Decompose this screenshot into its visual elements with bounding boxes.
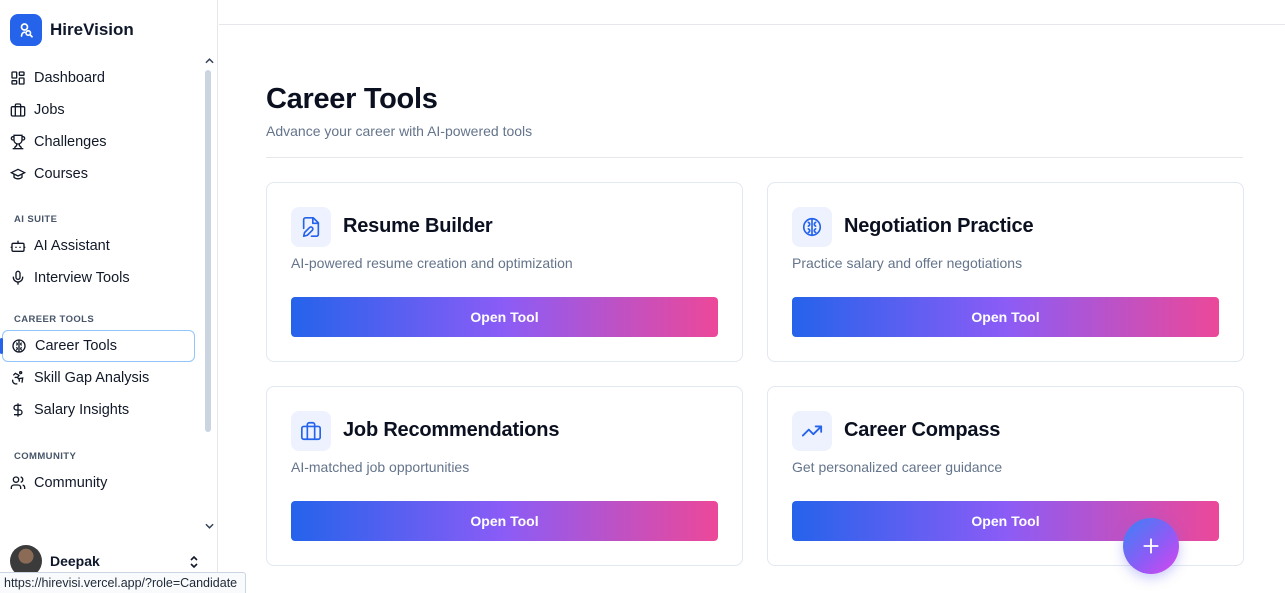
tool-card-negotiation-practice: Negotiation Practice Practice salary and… (767, 182, 1244, 362)
sidebar-item-skill-gap-analysis[interactable]: Skill Gap Analysis (0, 362, 205, 394)
card-title: Career Compass (844, 419, 1001, 441)
sidebar-item-label: Career Tools (35, 338, 117, 354)
file-edit-icon (291, 207, 331, 247)
sidebar-nav: Dashboard Jobs Challenges Courses AI SUI… (0, 62, 205, 499)
sidebar-item-dashboard[interactable]: Dashboard (0, 62, 205, 94)
brain-icon (12, 339, 26, 353)
dashboard-icon (11, 71, 25, 85)
sidebar-item-label: Salary Insights (34, 402, 130, 418)
sidebar-item-interview-tools[interactable]: Interview Tools (0, 262, 205, 294)
section-label-career-tools: CAREER TOOLS (14, 313, 95, 325)
sidebar-item-label: Jobs (34, 102, 65, 118)
floating-add-button[interactable] (1123, 518, 1179, 574)
sidebar-item-label: Dashboard (34, 70, 105, 86)
bot-icon (10, 240, 26, 252)
trophy-icon (10, 134, 26, 150)
brand[interactable]: HireVision (10, 14, 134, 46)
sidebar-item-challenges[interactable]: Challenges (0, 126, 205, 158)
card-title: Resume Builder (343, 215, 493, 237)
tool-card-resume-builder: Resume Builder AI-powered resume creatio… (266, 182, 743, 362)
user-search-icon (10, 14, 42, 46)
sidebar-item-label: Community (34, 475, 108, 491)
accessibility-icon (12, 371, 24, 385)
sidebar-item-label: Challenges (34, 134, 107, 150)
sidebar-item-label: AI Assistant (34, 238, 110, 254)
graduation-cap-icon (10, 168, 26, 180)
briefcase-icon (291, 411, 331, 451)
open-tool-button[interactable]: Open Tool (291, 297, 718, 337)
sidebar-item-jobs[interactable]: Jobs (0, 94, 205, 126)
card-description: Get personalized career guidance (792, 459, 1003, 475)
card-description: Practice salary and offer negotiations (792, 255, 1023, 271)
scroll-up-icon[interactable] (204, 56, 214, 66)
mic-icon (12, 270, 24, 285)
page-subtitle: Advance your career with AI-powered tool… (266, 123, 533, 139)
chevrons-up-down-icon (190, 555, 198, 569)
topbar (219, 0, 1285, 25)
page-title: Career Tools (266, 83, 438, 115)
sidebar-scrollbar-thumb[interactable] (205, 70, 211, 432)
sidebar-item-community[interactable]: Community (0, 467, 205, 499)
sidebar-item-courses[interactable]: Courses (0, 158, 205, 190)
sidebar-item-ai-assistant[interactable]: AI Assistant (0, 230, 205, 262)
sidebar-item-label: Skill Gap Analysis (34, 370, 150, 386)
briefcase-icon (10, 103, 26, 117)
trending-up-icon (792, 411, 832, 451)
open-tool-button[interactable]: Open Tool (792, 297, 1219, 337)
card-description: AI-powered resume creation and optimizat… (291, 255, 573, 271)
tool-card-job-recommendations: Job Recommendations AI-matched job oppor… (266, 386, 743, 566)
plus-icon (1143, 538, 1159, 554)
section-label-community: COMMUNITY (14, 450, 77, 462)
sidebar-item-label: Interview Tools (34, 270, 130, 286)
open-tool-button[interactable]: Open Tool (291, 501, 718, 541)
dollar-icon (13, 403, 23, 417)
sidebar-item-label: Courses (34, 166, 88, 182)
sidebar-item-career-tools[interactable]: Career Tools (0, 330, 195, 362)
users-icon (10, 476, 26, 489)
card-description: AI-matched job opportunities (291, 459, 470, 475)
divider (266, 157, 1243, 158)
scroll-down-icon[interactable] (204, 521, 214, 531)
card-title: Negotiation Practice (844, 215, 1034, 237)
user-name: Deepak (50, 553, 100, 569)
section-label-ai-suite: AI SUITE (14, 213, 58, 225)
browser-status-url: https://hirevisi.vercel.app/?role=Candid… (0, 572, 247, 593)
card-title: Job Recommendations (343, 419, 560, 441)
brain-icon (792, 207, 832, 247)
sidebar-item-salary-insights[interactable]: Salary Insights (0, 394, 205, 426)
sidebar: HireVision Dashboard Jobs Challenges Cou… (0, 0, 218, 593)
brand-name: HireVision (50, 20, 134, 39)
